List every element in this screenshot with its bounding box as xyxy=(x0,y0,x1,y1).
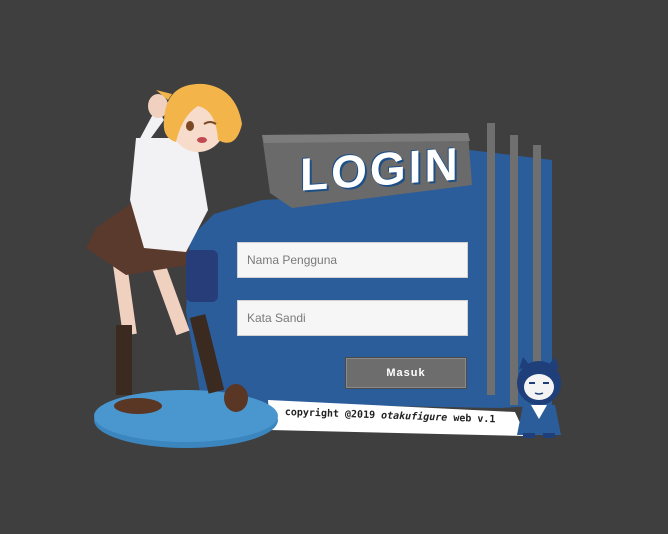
decorative-stripe-1 xyxy=(487,123,495,395)
page-title: LOGIN xyxy=(300,137,461,201)
login-screen: LOGIN Masuk copyright @2019 otakufigure … xyxy=(0,0,668,534)
copyright-suffix: web v.1 xyxy=(447,412,496,426)
decorative-stripe-3 xyxy=(533,145,541,370)
chibi-mascot-illustration xyxy=(517,357,561,438)
copyright-brand: otakufigure xyxy=(380,410,448,424)
login-button[interactable]: Masuk xyxy=(345,357,467,389)
anime-figure-illustration xyxy=(86,83,278,448)
